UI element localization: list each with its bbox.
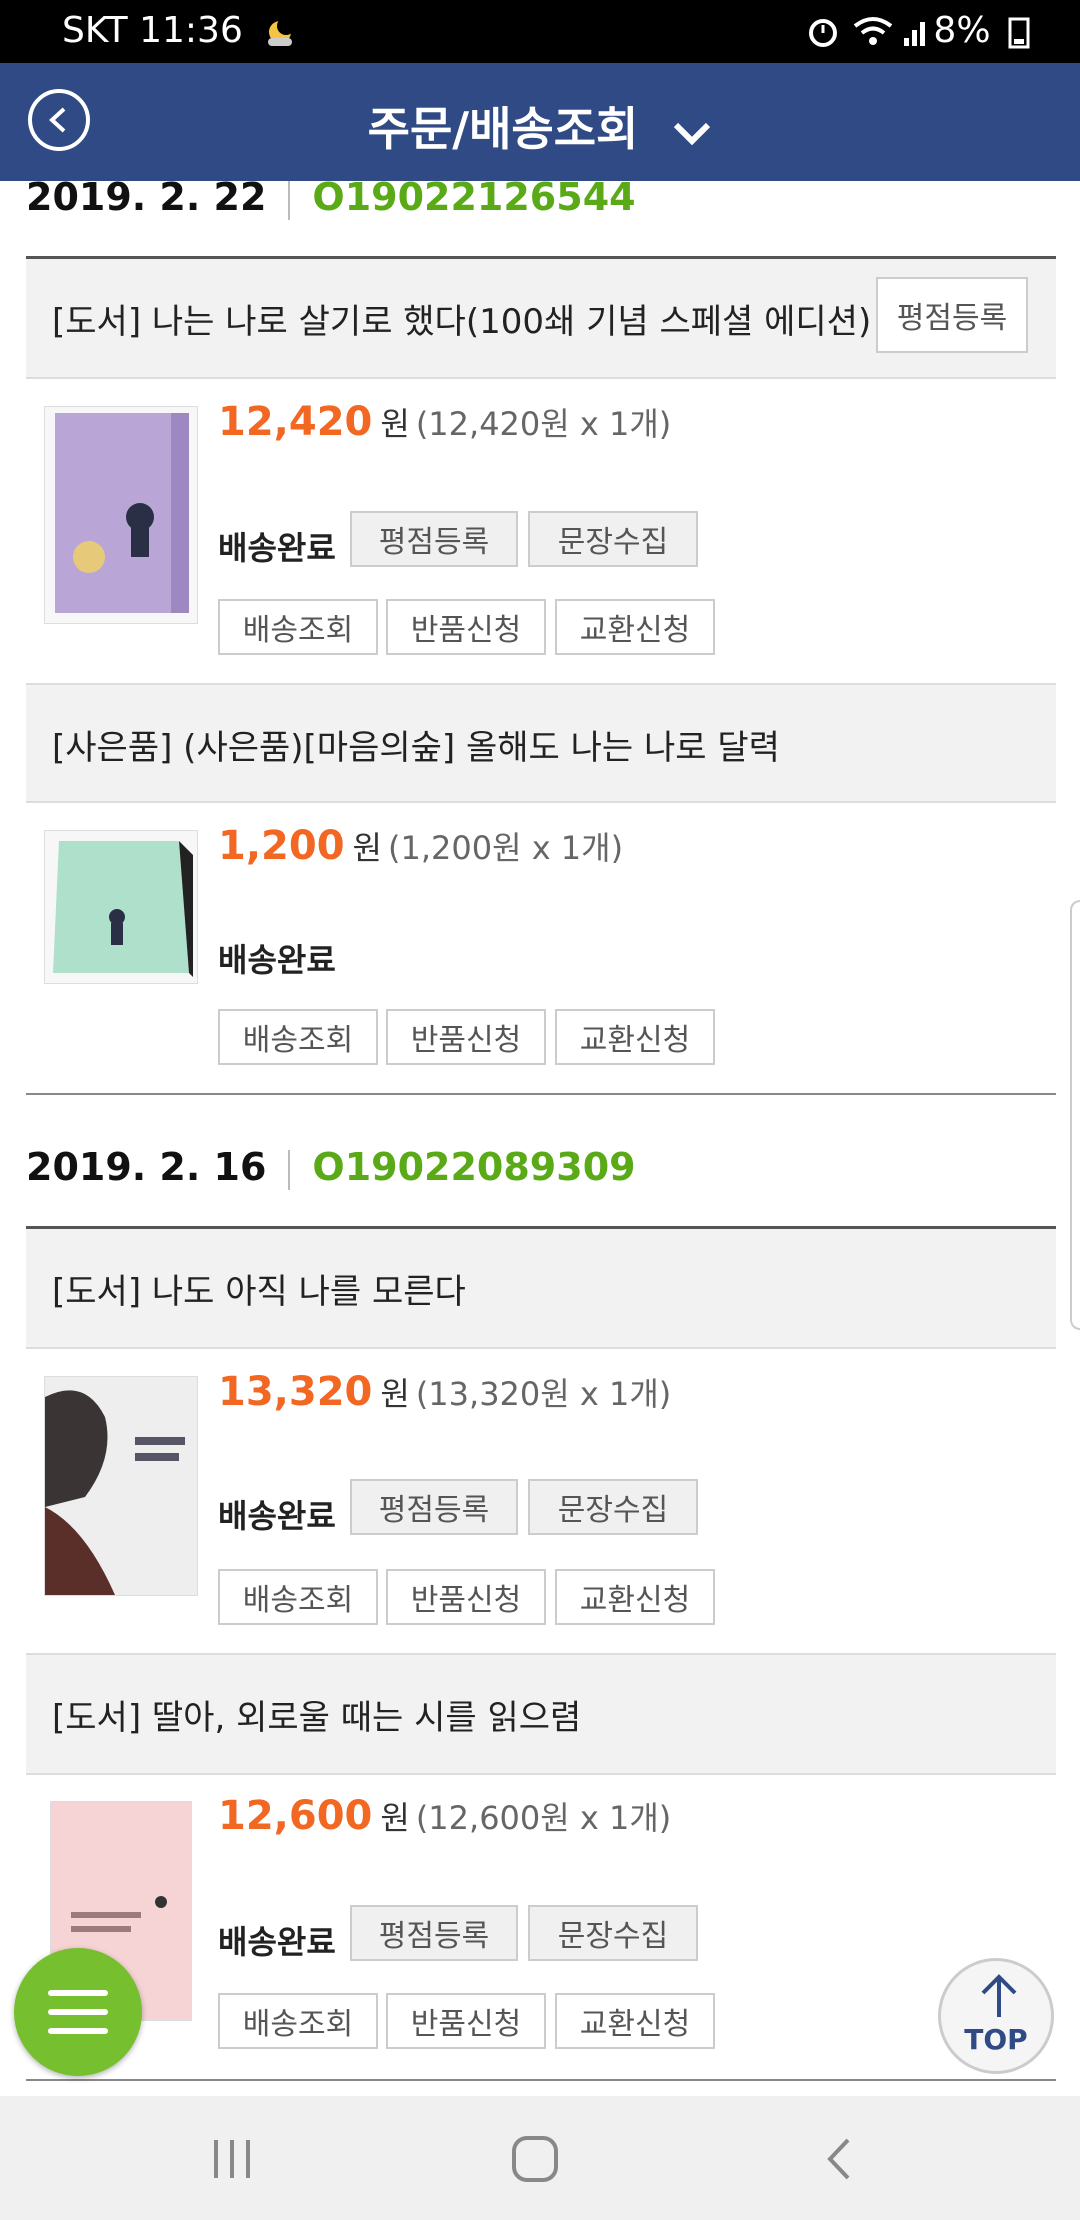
signal-icon (902, 14, 932, 57)
rating-button[interactable]: 평점등록 (350, 1905, 518, 1961)
home-icon[interactable] (510, 2134, 560, 2188)
item-title[interactable]: [도서] 나는 나로 살기로 했다(100쇄 기념 스페셜 에디션) (52, 294, 871, 343)
order-number[interactable]: O19022126544 (312, 181, 635, 219)
app-header: 주문/배송조회 (0, 63, 1080, 181)
item-title-bar: [도서] 나도 아직 나를 모른다 (26, 1229, 1056, 1347)
weather-icon (262, 12, 298, 57)
order-list: 2019. 2. 22 O19022126544 [도서] 나는 나로 살기로 했… (0, 181, 1080, 2096)
item-title-bar: [도서] 딸아, 외로울 때는 시를 읽으렴 (26, 1655, 1056, 1773)
exchange-request-button[interactable]: 교환신청 (555, 599, 715, 655)
item-price: 13,320 원 (13,320원 x 1개) (218, 1369, 672, 1415)
return-request-button[interactable]: 반품신청 (386, 1009, 546, 1065)
carrier-time: SKT 11:36 (62, 10, 243, 51)
hamburger-icon (48, 1990, 108, 1996)
status-bar: SKT 11:36 8% (0, 0, 1080, 63)
delivery-status: 배송완료 (218, 1923, 336, 1961)
item-title[interactable]: [사은품] (사은품)[마음의숲] 올해도 나는 나로 달력 (52, 720, 780, 769)
item-title[interactable]: [도서] 딸아, 외로울 때는 시를 읽으렴 (52, 1690, 581, 1739)
exchange-request-button[interactable]: 교환신청 (555, 1993, 715, 2049)
book-cover-thumbnail[interactable] (44, 406, 198, 624)
chevron-down-icon (672, 106, 712, 160)
return-request-button[interactable]: 반품신청 (386, 1993, 546, 2049)
sentence-collect-button[interactable]: 문장수집 (528, 1905, 698, 1961)
delivery-status: 배송완료 (218, 529, 336, 567)
order-date: 2019. 2. 16 (26, 1145, 267, 1189)
wifi-icon (852, 14, 894, 57)
track-delivery-button[interactable]: 배송조회 (218, 599, 378, 655)
item-title-bar: [사은품] (사은품)[마음의숲] 올해도 나는 나로 달력 (26, 685, 1056, 803)
divider (26, 2079, 1056, 2081)
exchange-request-button[interactable]: 교환신청 (555, 1009, 715, 1065)
order-number[interactable]: O19022089309 (312, 1145, 635, 1189)
track-delivery-button[interactable]: 배송조회 (218, 1993, 378, 2049)
arrow-up-icon (981, 1974, 1017, 2017)
item-price: 12,420 원 (12,420원 x 1개) (218, 399, 672, 445)
return-request-button[interactable]: 반품신청 (386, 599, 546, 655)
divider (26, 377, 1056, 379)
item-price: 1,200 원 (1,200원 x 1개) (218, 823, 624, 869)
scroll-indicator[interactable] (1070, 900, 1080, 1330)
divider (26, 1093, 1056, 1095)
divider (26, 1773, 1056, 1775)
rating-button[interactable]: 평점등록 (350, 1479, 518, 1535)
order-header: 2019. 2. 22 O19022126544 (26, 181, 636, 220)
book-cover-image (55, 413, 189, 613)
battery-percent: 8% (933, 10, 1030, 51)
recent-apps-icon[interactable] (210, 2136, 256, 2186)
delivery-status: 배송완료 (218, 941, 336, 979)
page-title: 주문/배송조회 (367, 102, 639, 156)
order-header: 2019. 2. 16 O19022089309 (26, 1145, 636, 1190)
track-delivery-button[interactable]: 배송조회 (218, 1569, 378, 1625)
alarm-icon (806, 14, 840, 57)
exchange-request-button[interactable]: 교환신청 (555, 1569, 715, 1625)
top-label: TOP (964, 2023, 1028, 2056)
calendar-image (53, 841, 193, 977)
sentence-collect-button[interactable]: 문장수집 (528, 1479, 698, 1535)
page-title-dropdown[interactable]: 주문/배송조회 (0, 93, 1080, 160)
item-title[interactable]: [도서] 나도 아직 나를 모른다 (52, 1264, 466, 1313)
rating-button-title[interactable]: 평점등록 (876, 277, 1028, 353)
battery-icon (1008, 17, 1030, 49)
order-date: 2019. 2. 22 (26, 181, 267, 219)
book-cover-image (45, 1377, 197, 1595)
scroll-top-button[interactable]: TOP (938, 1958, 1054, 2074)
system-nav-bar (0, 2096, 1080, 2220)
divider (26, 801, 1056, 803)
book-cover-thumbnail[interactable] (44, 1376, 198, 1596)
rating-button[interactable]: 평점등록 (350, 511, 518, 567)
menu-fab-button[interactable] (14, 1948, 142, 2076)
back-nav-icon[interactable] (820, 2134, 860, 2188)
item-price: 12,600 원 (12,600원 x 1개) (218, 1793, 672, 1839)
divider (26, 1347, 1056, 1349)
return-request-button[interactable]: 반품신청 (386, 1569, 546, 1625)
delivery-status: 배송완료 (218, 1497, 336, 1535)
track-delivery-button[interactable]: 배송조회 (218, 1009, 378, 1065)
calendar-thumbnail[interactable] (44, 830, 198, 984)
sentence-collect-button[interactable]: 문장수집 (528, 511, 698, 567)
